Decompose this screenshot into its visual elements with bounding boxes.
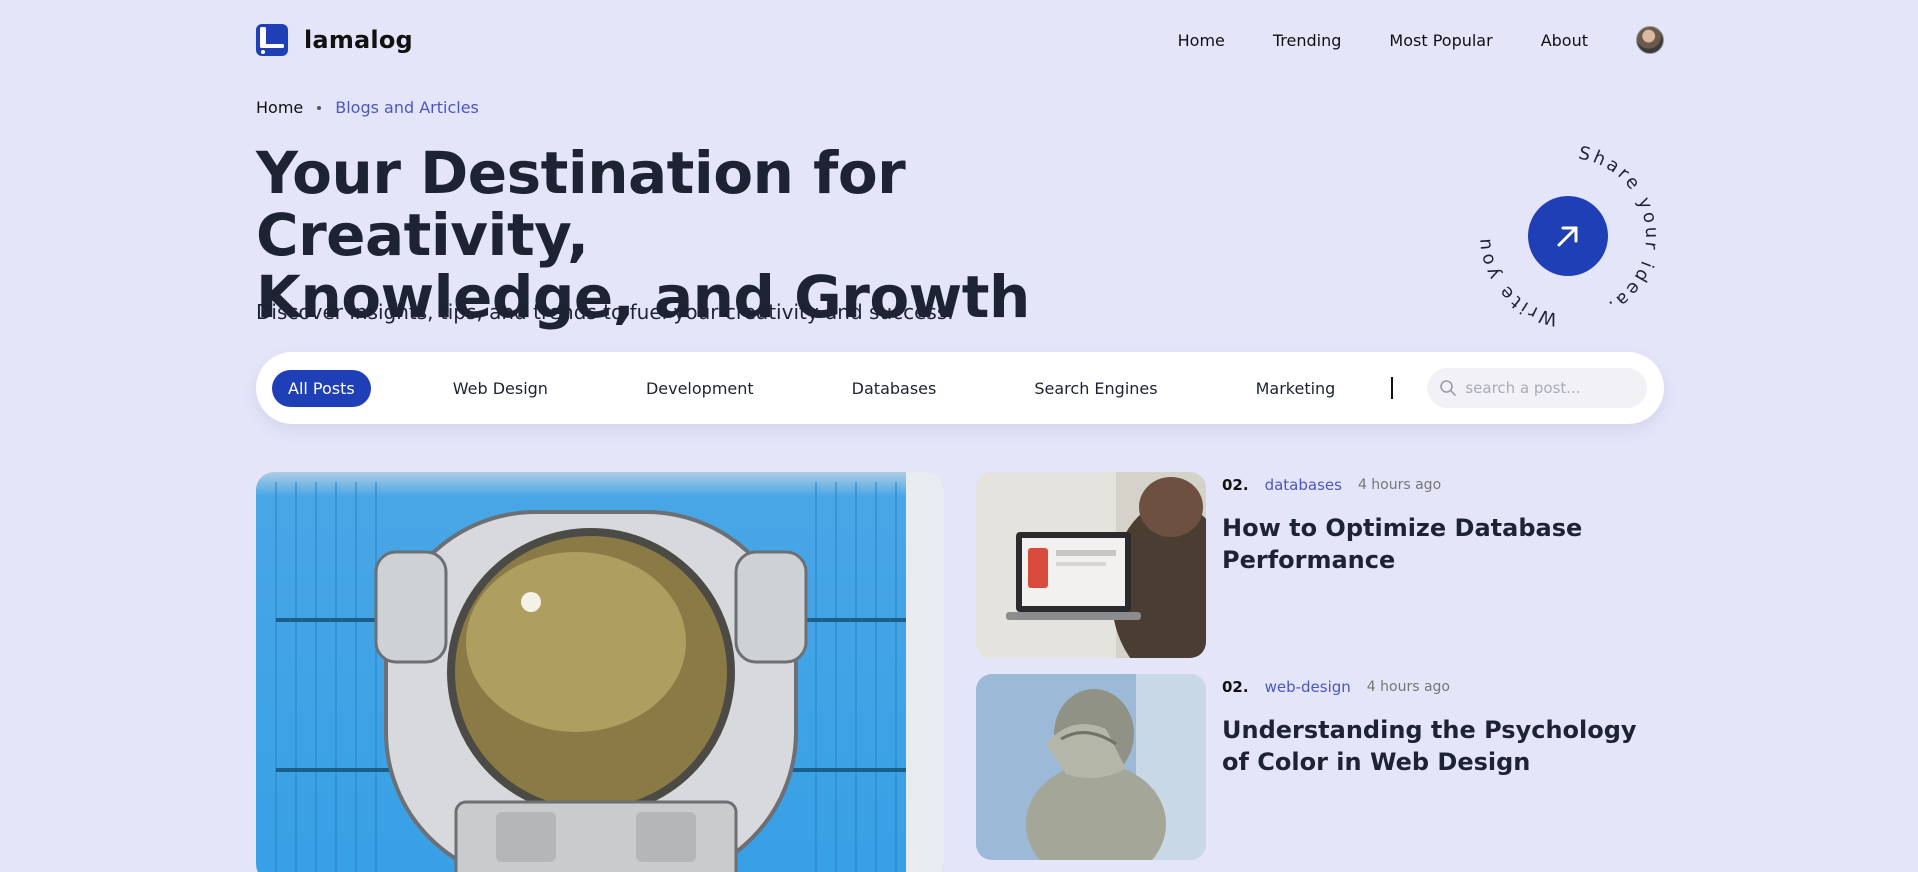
filter-marketing[interactable]: Marketing — [1240, 370, 1352, 407]
filter-web-design[interactable]: Web Design — [437, 370, 564, 407]
post-number: 02. — [1222, 678, 1249, 696]
post-time: 4 hours ago — [1357, 477, 1442, 493]
nav-link-most-popular[interactable]: Most Popular — [1389, 31, 1492, 50]
category-filter-bar: All Posts Web Design Development Databas… — [256, 352, 1664, 424]
filter-divider — [1391, 377, 1394, 399]
search-icon — [1440, 380, 1457, 396]
breadcrumb: Home Blogs and Articles — [256, 98, 479, 117]
filter-all-posts[interactable]: All Posts — [272, 369, 371, 407]
astronaut-mural-image — [275, 472, 944, 872]
main-nav: Home Trending Most Popular About — [1178, 26, 1664, 54]
post-thumbnail[interactable] — [976, 472, 1206, 658]
brand-name: lamalog — [304, 26, 413, 54]
post-thumbnail[interactable] — [976, 674, 1206, 860]
navbar: lamalog Home Trending Most Popular About — [256, 0, 1664, 80]
search-input[interactable] — [1465, 379, 1626, 397]
featured-post-image[interactable] — [256, 472, 944, 872]
post-card[interactable]: 02. databases 4 hours ago How to Optimiz… — [976, 472, 1664, 658]
post-title[interactable]: Understanding the Psychology of Color in… — [1222, 714, 1642, 778]
user-avatar[interactable] — [1636, 26, 1664, 54]
post-title[interactable]: How to Optimize Database Performance — [1222, 512, 1642, 576]
page-subtitle: Discover insights, tips, and trends to f… — [256, 300, 954, 324]
lamalog-logo-icon — [256, 24, 288, 56]
brand-logo[interactable]: lamalog — [256, 24, 413, 56]
breadcrumb-current: Blogs and Articles — [335, 98, 479, 117]
share-idea-button[interactable] — [1528, 196, 1608, 276]
statue-photo-image — [976, 674, 1206, 860]
post-number: 02. — [1222, 476, 1249, 494]
share-story-cta: Share your idea. Write your story. — [1465, 124, 1664, 332]
filter-development[interactable]: Development — [630, 370, 770, 407]
filter-search-engines[interactable]: Search Engines — [1018, 370, 1173, 407]
post-category[interactable]: web-design — [1265, 678, 1351, 696]
arrow-up-right-icon — [1557, 226, 1578, 247]
nav-link-about[interactable]: About — [1541, 31, 1588, 50]
nav-link-home[interactable]: Home — [1178, 31, 1225, 50]
page-title-line-1: Your Destination for Creativity, — [256, 139, 906, 269]
nav-link-trending[interactable]: Trending — [1273, 31, 1342, 50]
breadcrumb-home[interactable]: Home — [256, 98, 303, 117]
post-meta: 02. web-design 4 hours ago — [1222, 678, 1450, 696]
post-category[interactable]: databases — [1265, 476, 1342, 494]
filter-databases[interactable]: Databases — [836, 370, 953, 407]
post-meta: 02. databases 4 hours ago — [1222, 476, 1441, 494]
search-box[interactable] — [1427, 368, 1648, 408]
post-time: 4 hours ago — [1366, 679, 1450, 695]
post-card[interactable]: 02. web-design 4 hours ago Understanding… — [976, 674, 1664, 860]
breadcrumb-separator — [317, 105, 322, 110]
laptop-photo-image — [976, 472, 1206, 658]
